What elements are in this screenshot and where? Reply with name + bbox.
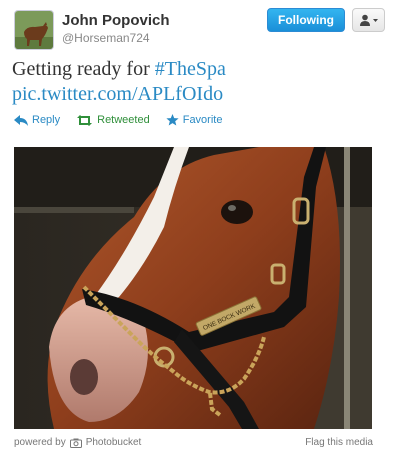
powered-by: powered by Photobucket xyxy=(14,437,141,448)
horse-avatar-icon xyxy=(15,11,53,49)
powered-prefix: powered by xyxy=(14,437,66,448)
user-menu-button[interactable] xyxy=(352,8,385,32)
following-button[interactable]: Following xyxy=(267,8,345,32)
retweet-action[interactable]: Retweeted xyxy=(76,114,150,126)
person-dropdown-icon xyxy=(359,14,378,26)
pic-link[interactable]: pic.twitter.com/APLfOIdo xyxy=(12,83,223,105)
reply-action[interactable]: Reply xyxy=(14,114,60,126)
retweet-icon xyxy=(77,114,93,126)
user-full-name[interactable]: John Popovich xyxy=(62,12,170,30)
horse-photo-image: ONE BOCK WORK xyxy=(14,147,372,429)
favorite-label: Favorite xyxy=(182,114,223,126)
tweet-header: John Popovich @Horseman724 Following xyxy=(12,8,385,54)
reply-label: Reply xyxy=(32,114,61,126)
avatar[interactable] xyxy=(14,10,54,50)
hashtag-link[interactable]: #TheSpa xyxy=(155,58,226,80)
tweet-actions: Reply Retweeted Favorite xyxy=(14,111,222,129)
horse-photo[interactable]: ONE BOCK WORK xyxy=(14,147,372,429)
retweet-label: Retweeted xyxy=(97,114,150,126)
tweet-text-prefix: Getting ready for xyxy=(12,58,155,80)
camera-icon xyxy=(69,438,82,448)
media-footer: powered by Photobucket Flag this media xyxy=(14,437,373,453)
user-names: John Popovich @Horseman724 xyxy=(62,12,170,46)
photobucket-link[interactable]: Photobucket xyxy=(86,437,142,448)
star-icon xyxy=(166,114,179,126)
user-handle[interactable]: @Horseman724 xyxy=(62,30,170,46)
favorite-action[interactable]: Favorite xyxy=(166,114,223,126)
flag-media-link[interactable]: Flag this media xyxy=(305,437,373,448)
tweet-text: Getting ready for #TheSpa pic.twitter.co… xyxy=(12,57,382,107)
reply-icon xyxy=(14,114,28,126)
